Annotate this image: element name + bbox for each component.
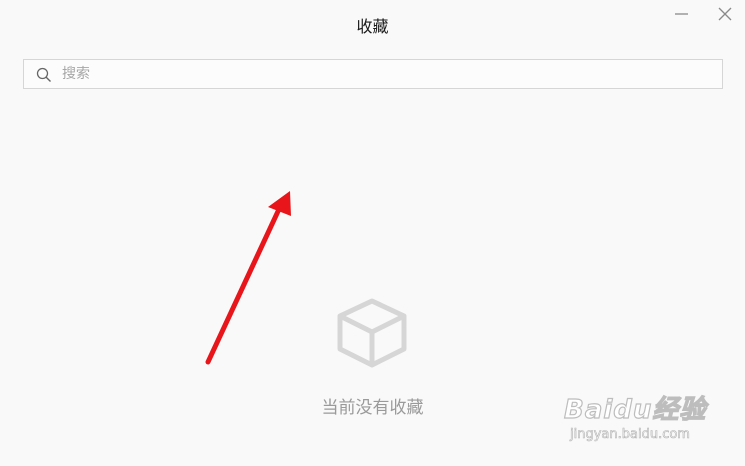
- box-icon: [337, 298, 407, 368]
- search-input[interactable]: [62, 63, 702, 85]
- window-title: 收藏: [356, 17, 389, 36]
- red-arrow-annotation: [205, 191, 291, 365]
- baidu-watermark: Baidu经验 jingyan.baidu.com: [563, 383, 714, 453]
- close-icon: [718, 7, 732, 21]
- minimize-button[interactable]: [671, 5, 693, 23]
- watermark-url: jingyan.baidu.com: [570, 427, 691, 443]
- close-button[interactable]: [714, 5, 736, 23]
- search-icon: [36, 67, 51, 82]
- minimize-icon: [675, 13, 688, 15]
- favorites-window: 收藏 当前没有收藏 Baidu经验 jingyan.baidu.com: [0, 0, 745, 466]
- watermark-brand: Baidu经验: [563, 394, 707, 425]
- search-box[interactable]: [23, 59, 723, 89]
